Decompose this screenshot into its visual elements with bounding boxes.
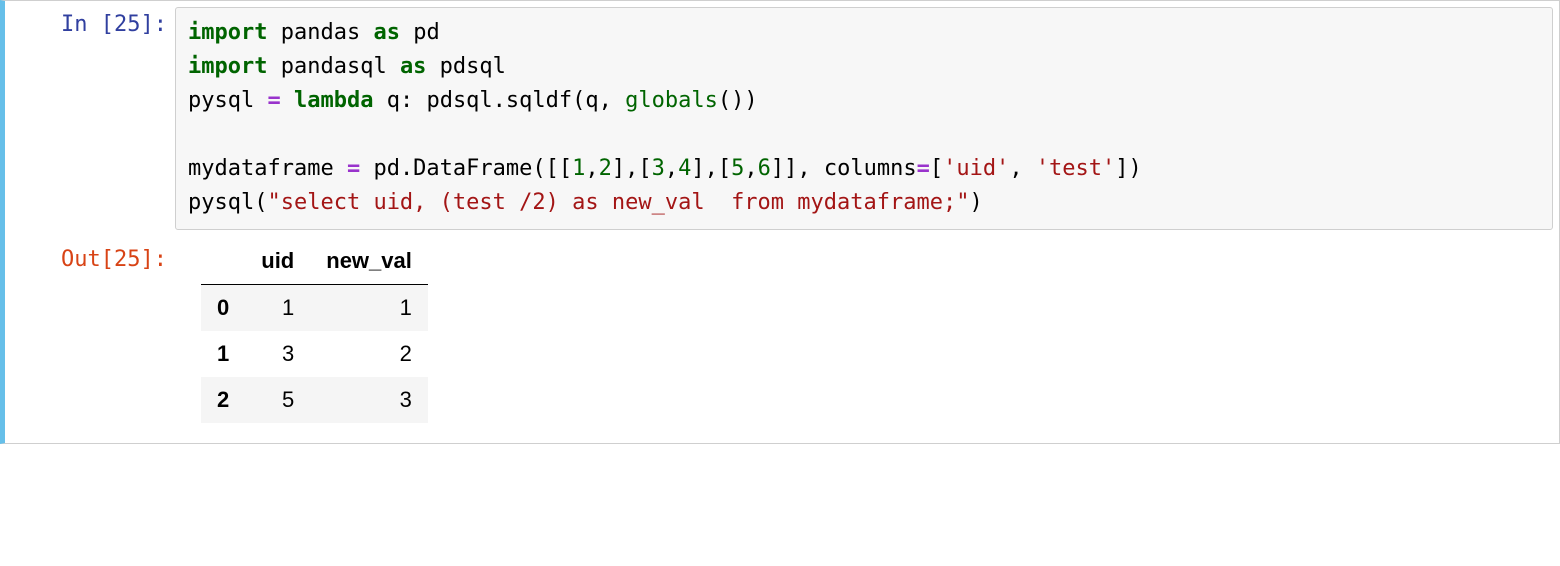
notebook-cell: In [25]: import pandas as pd import pand… [0, 0, 1560, 444]
bracket: ],[ [691, 156, 731, 181]
index-header-blank [201, 238, 245, 285]
code-input-area[interactable]: import pandas as pd import pandasql as p… [175, 7, 1553, 230]
comma: , [585, 156, 598, 181]
input-content: import pandas as pd import pandasql as p… [175, 1, 1559, 236]
table-row: 0 1 1 [201, 284, 428, 331]
kw-import: import [188, 54, 267, 79]
op-assign: = [917, 156, 930, 181]
input-prompt: In [25]: [5, 1, 175, 49]
close-bracket: ]) [1115, 156, 1142, 181]
row-index: 0 [201, 284, 245, 331]
str-test: 'test' [1036, 156, 1115, 181]
num-1: 1 [572, 156, 585, 181]
col-header-new_val: new_val [310, 238, 428, 285]
columns-kw: ]], columns [771, 156, 917, 181]
paren-close: ()) [718, 88, 758, 113]
row-index: 1 [201, 331, 245, 377]
lambda-body: q: pdsql.sqldf(q, [373, 88, 625, 113]
output-row: Out[25]: uid new_val 0 1 [5, 236, 1559, 443]
table-row: 2 5 3 [201, 377, 428, 423]
cell-new_val: 2 [310, 331, 428, 377]
num-4: 4 [678, 156, 691, 181]
op-assign: = [267, 88, 280, 113]
var-mydataframe: mydataframe [188, 156, 347, 181]
open-bracket: [ [930, 156, 943, 181]
cell-new_val: 1 [310, 284, 428, 331]
cell-new_val: 3 [310, 377, 428, 423]
num-5: 5 [731, 156, 744, 181]
pkg-pandas: pandas [267, 20, 373, 45]
space [281, 88, 294, 113]
str-uid: 'uid' [943, 156, 1009, 181]
comma: , [744, 156, 757, 181]
output-content: uid new_val 0 1 1 1 3 2 [175, 236, 1559, 443]
comma: , [665, 156, 678, 181]
cell-uid: 3 [245, 331, 310, 377]
cell-uid: 5 [245, 377, 310, 423]
call-pysql: pysql( [188, 190, 267, 215]
fn-globals: globals [625, 88, 718, 113]
kw-as: as [373, 20, 400, 45]
kw-lambda: lambda [294, 88, 373, 113]
alias-pdsql: pdsql [426, 54, 505, 79]
alias-pd: pd [400, 20, 440, 45]
var-pysql: pysql [188, 88, 267, 113]
kw-as: as [400, 54, 427, 79]
code-block: import pandas as pd import pandasql as p… [188, 16, 1540, 221]
op-assign: = [347, 156, 360, 181]
table-row: 1 3 2 [201, 331, 428, 377]
col-header-uid: uid [245, 238, 310, 285]
paren-close: ) [969, 190, 982, 215]
dataframe-table: uid new_val 0 1 1 1 3 2 [201, 238, 428, 423]
output-prompt: Out[25]: [5, 236, 175, 284]
num-3: 3 [652, 156, 665, 181]
bracket: ],[ [612, 156, 652, 181]
comma-space: , [1009, 156, 1036, 181]
cell-uid: 1 [245, 284, 310, 331]
pkg-pandasql: pandasql [267, 54, 399, 79]
row-index: 2 [201, 377, 245, 423]
sql-string: "select uid, (test /2) as new_val from m… [267, 190, 969, 215]
kw-import: import [188, 20, 267, 45]
input-row: In [25]: import pandas as pd import pand… [5, 1, 1559, 236]
num-2: 2 [599, 156, 612, 181]
call-dataframe: pd.DataFrame([[ [360, 156, 572, 181]
num-6: 6 [758, 156, 771, 181]
